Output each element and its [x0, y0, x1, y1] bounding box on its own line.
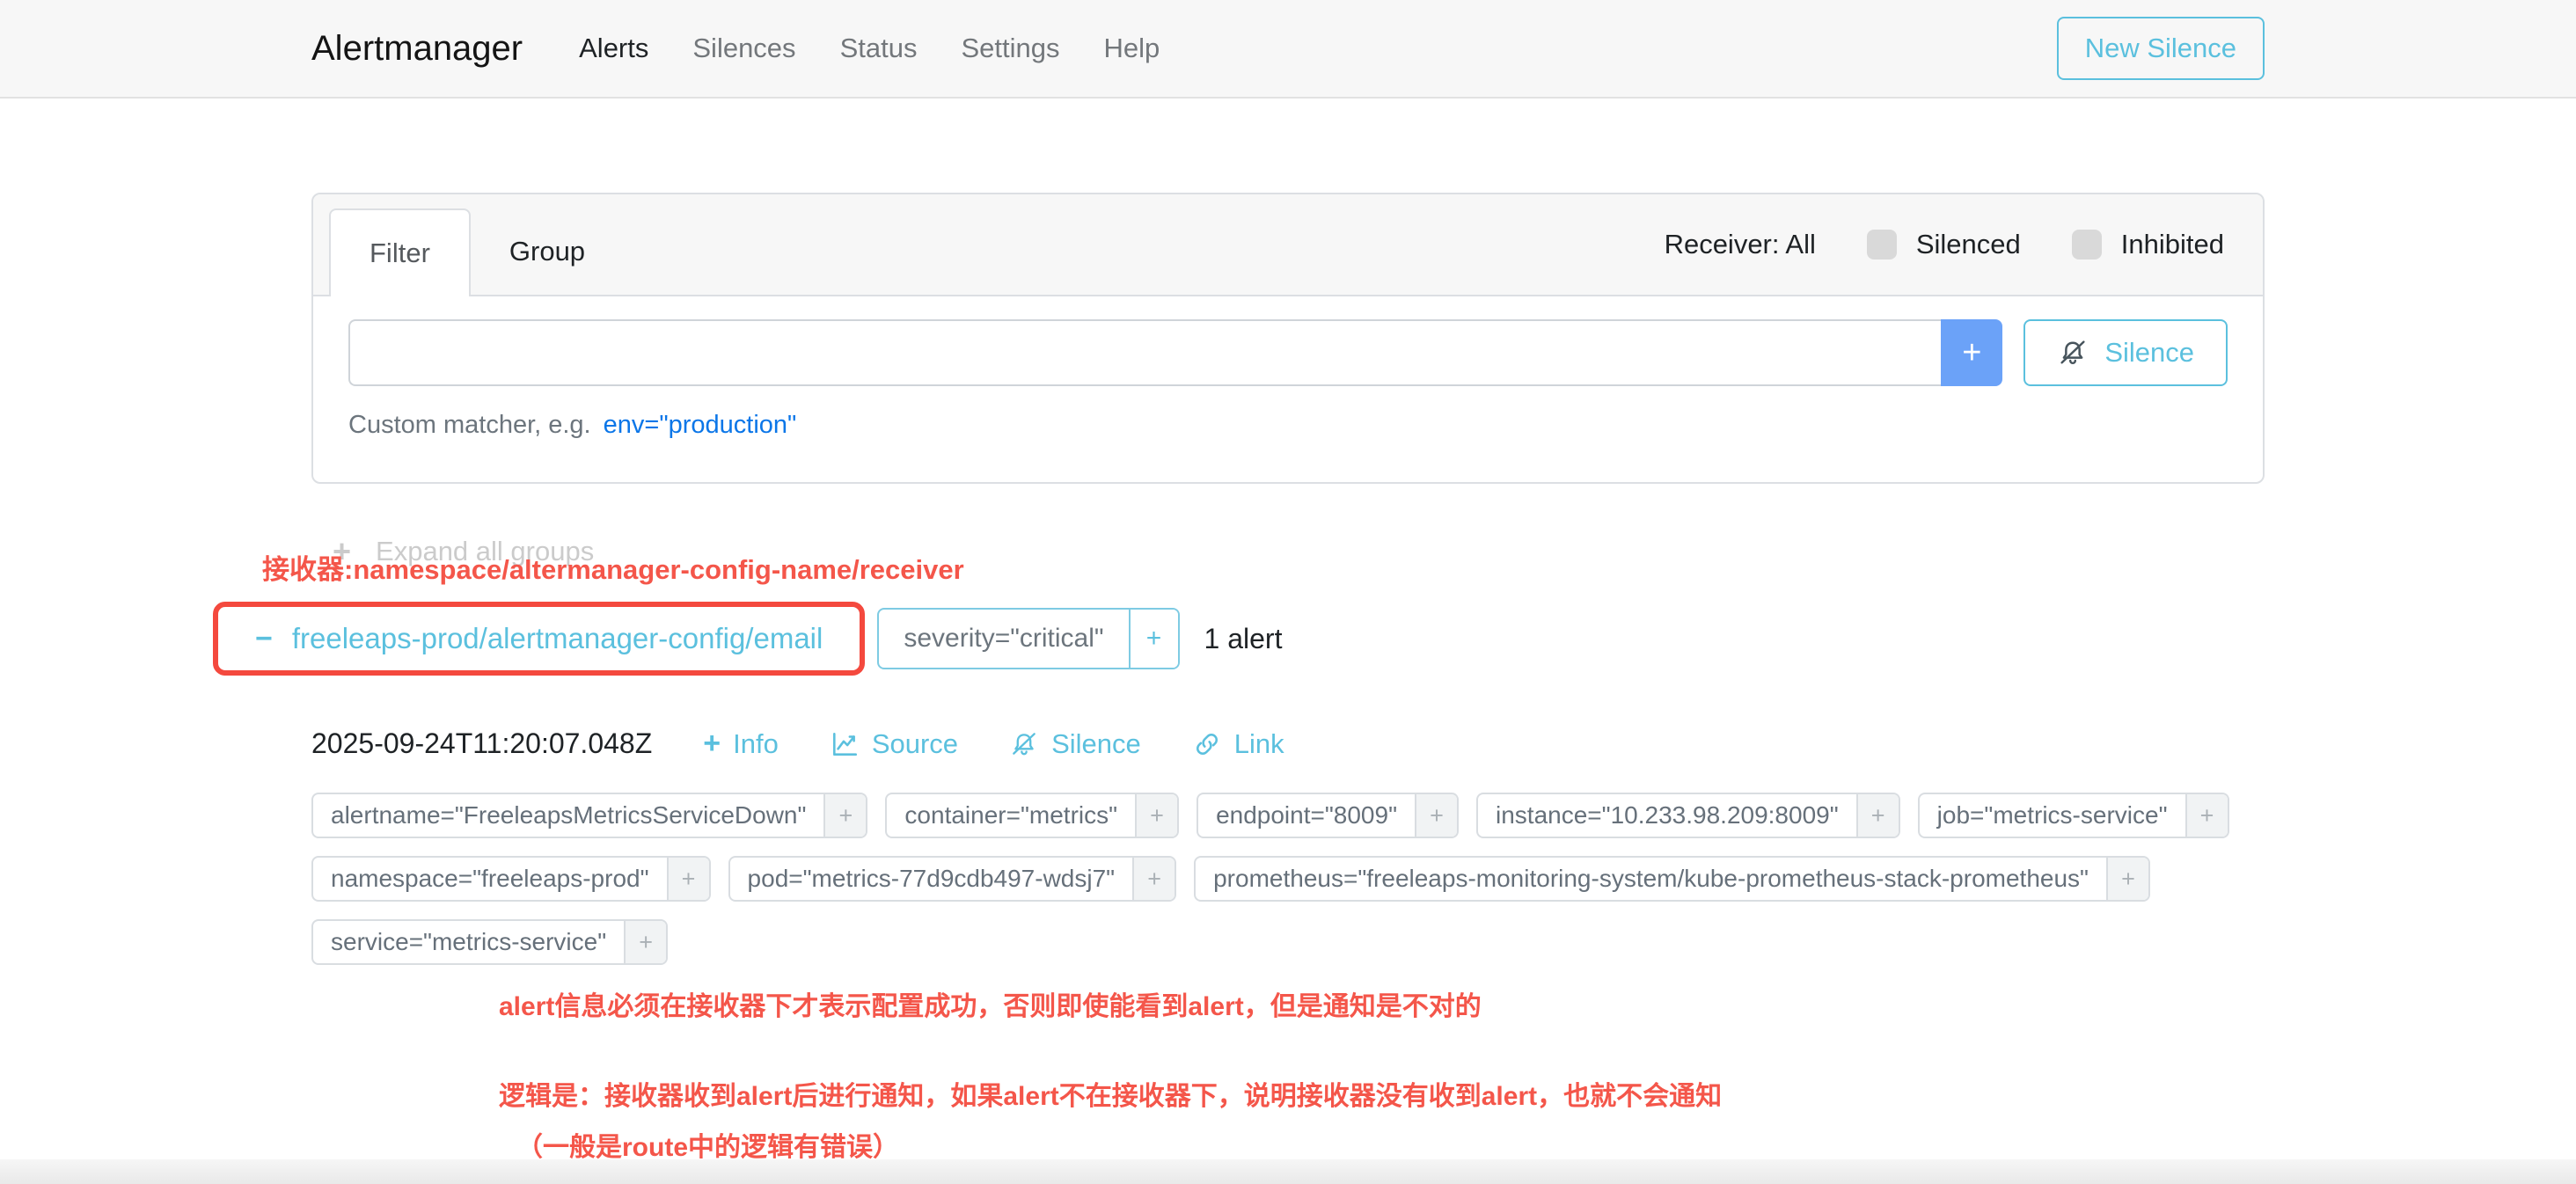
alert-info-label: Info [733, 728, 779, 760]
inhibited-checkbox-group[interactable]: Inhibited [2072, 229, 2224, 260]
receiver-filter-label[interactable]: Receiver: All [1665, 229, 1816, 260]
page-bottom-strip [0, 1159, 2576, 1184]
filter-panel-body: + Silence Custom matcher, e.g. env="prod… [313, 296, 2263, 482]
nav-item-help[interactable]: Help [1103, 33, 1160, 64]
alert-label-chip: service="metrics-service" + [311, 919, 668, 965]
alert-label-chip: namespace="freeleaps-prod" + [311, 856, 711, 902]
alert-label-text: namespace="freeleaps-prod" [313, 858, 667, 900]
alert-label-chip: endpoint="8009" + [1197, 793, 1459, 838]
alert-permalink[interactable]: Link [1192, 728, 1284, 760]
bell-slash-icon [1009, 729, 1039, 759]
alert-source-link[interactable]: Source [830, 728, 958, 760]
alert-label-text: alertname="FreeleapsMetricsServiceDown" [313, 794, 823, 837]
alert-label-add-button[interactable]: + [1415, 794, 1457, 837]
group-receiver-button[interactable]: − freeleaps-prod/alertmanager-config/ema… [213, 602, 865, 676]
alert-label-chip: instance="10.233.98.209:8009" + [1476, 793, 1900, 838]
alert-label-add-button[interactable]: + [2106, 858, 2148, 900]
main-nav: Alerts Silences Status Settings Help [579, 33, 1160, 64]
nav-item-silences[interactable]: Silences [692, 33, 795, 64]
alert-label-chip: container="metrics" + [885, 793, 1179, 838]
alert-silence-label: Silence [1051, 728, 1141, 760]
chart-line-icon [830, 729, 860, 759]
new-silence-button[interactable]: New Silence [2057, 17, 2265, 80]
alert-label-chip: job="metrics-service" + [1918, 793, 2229, 838]
link-icon [1192, 729, 1222, 759]
alert-label-text: prometheus="freeleaps-monitoring-system/… [1196, 858, 2106, 900]
alert-label-chip: pod="metrics-77d9cdb497-wdsj7" + [728, 856, 1177, 902]
top-navbar: Alertmanager Alerts Silences Status Sett… [0, 0, 2576, 99]
alert-source-label: Source [872, 728, 958, 760]
silenced-label: Silenced [1916, 229, 2021, 260]
inhibited-label: Inhibited [2121, 229, 2224, 260]
group-matcher-chip: severity="critical" + [877, 608, 1179, 669]
alert-item: 2025-09-24T11:20:07.048Z + Info Source [311, 727, 2265, 965]
bell-slash-icon [2057, 337, 2089, 369]
filter-tabs: Filter Group [329, 208, 624, 295]
silence-filter-label: Silence [2104, 337, 2194, 369]
group-matcher-text: severity="critical" [879, 610, 1128, 668]
alert-label-text: container="metrics" [887, 794, 1135, 837]
logic-annotation-note: 逻辑是：接收器收到alert后进行通知，如果alert不在接收器下，说明接收器没… [499, 1074, 2265, 1113]
alert-label-add-button[interactable]: + [1132, 858, 1175, 900]
group-alert-count: 1 alert [1204, 623, 1283, 655]
filter-panel: Filter Group Receiver: All Silenced Inhi… [311, 193, 2265, 484]
alert-label-add-button[interactable]: + [823, 794, 866, 837]
alert-label-add-button[interactable]: + [1135, 794, 1177, 837]
matcher-input[interactable] [348, 319, 1941, 386]
alert-label-text: service="metrics-service" [313, 921, 624, 963]
filter-panel-header: Filter Group Receiver: All Silenced Inhi… [313, 194, 2263, 296]
custom-matcher-hint: Custom matcher, e.g. [348, 411, 591, 440]
alert-label-add-button[interactable]: + [1856, 794, 1899, 837]
alert-annotation-note: alert信息必须在接收器下才表示配置成功，否则即使能看到alert，但是通知是… [499, 984, 2265, 1023]
alert-label-add-button[interactable]: + [2185, 794, 2228, 837]
logic-annotation-note-2: （一般是route中的逻辑有错误） [516, 1125, 2265, 1164]
silenced-checkbox[interactable] [1867, 230, 1897, 259]
alert-silence-link[interactable]: Silence [1009, 728, 1141, 760]
silenced-checkbox-group[interactable]: Silenced [1867, 229, 2021, 260]
matcher-example-link[interactable]: env="production" [604, 411, 797, 440]
alert-label-add-button[interactable]: + [667, 858, 709, 900]
add-matcher-button[interactable]: + [1941, 319, 2002, 386]
alert-label-text: job="metrics-service" [1920, 794, 2185, 837]
nav-item-alerts[interactable]: Alerts [579, 33, 648, 64]
alert-info-link[interactable]: + Info [703, 727, 779, 761]
collapse-icon: − [255, 622, 273, 656]
alert-link-label: Link [1234, 728, 1284, 760]
alert-label-text: endpoint="8009" [1198, 794, 1415, 837]
alert-label-chip: alertname="FreeleapsMetricsServiceDown" … [311, 793, 867, 838]
alert-label-add-button[interactable]: + [624, 921, 666, 963]
silence-filter-button[interactable]: Silence [2023, 319, 2228, 386]
receiver-annotation-note: 接收器:namespace/altermanager-config-name/r… [262, 547, 964, 587]
alert-label-chip: prometheus="freeleaps-monitoring-system/… [1194, 856, 2150, 902]
alert-label-text: pod="metrics-77d9cdb497-wdsj7" [730, 858, 1133, 900]
group-matcher-add-button[interactable]: + [1129, 610, 1178, 668]
nav-item-settings[interactable]: Settings [961, 33, 1059, 64]
app-brand[interactable]: Alertmanager [311, 29, 523, 69]
tab-filter[interactable]: Filter [329, 208, 471, 296]
alert-labels: alertname="FreeleapsMetricsServiceDown" … [311, 793, 2265, 965]
group-receiver-label: freeleaps-prod/alertmanager-config/email [292, 622, 823, 655]
nav-item-status[interactable]: Status [840, 33, 918, 64]
inhibited-checkbox[interactable] [2072, 230, 2102, 259]
alert-label-text: instance="10.233.98.209:8009" [1478, 794, 1856, 837]
tab-group[interactable]: Group [471, 208, 624, 295]
alert-timestamp: 2025-09-24T11:20:07.048Z [311, 727, 652, 760]
plus-icon: + [703, 727, 721, 761]
